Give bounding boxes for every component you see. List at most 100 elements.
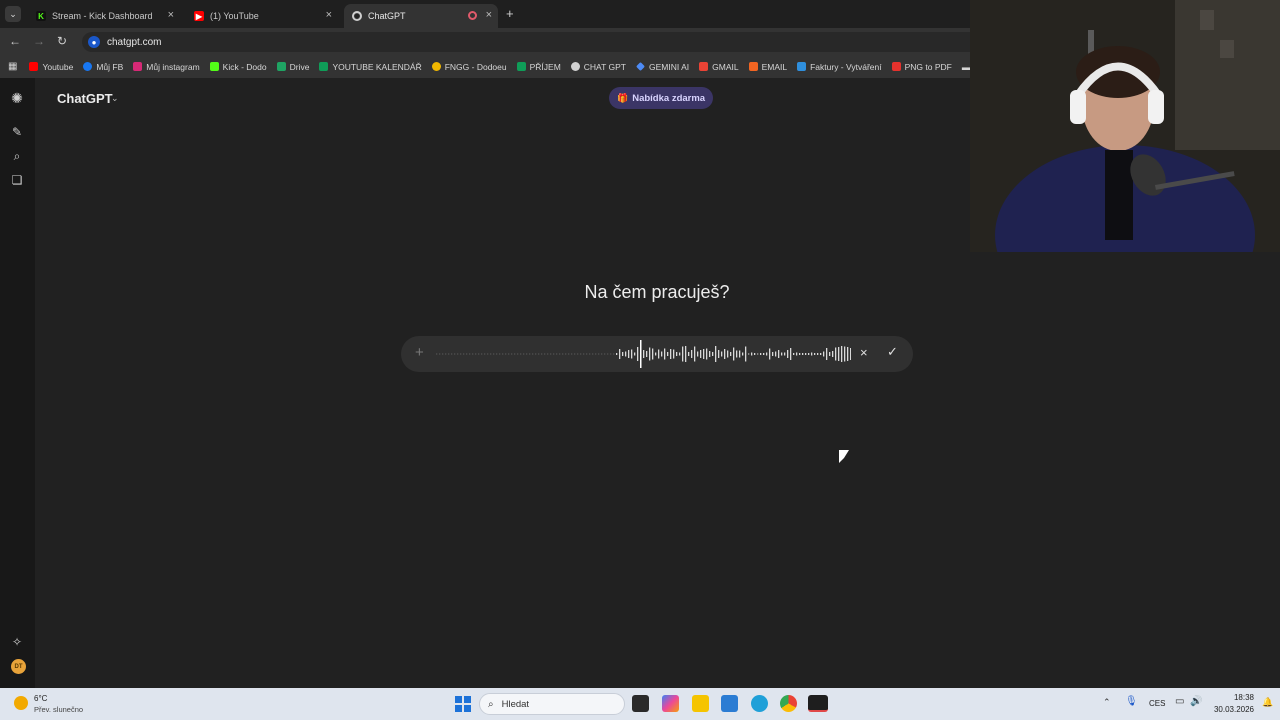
waveform-bar	[742, 352, 744, 356]
waveform-bar	[832, 351, 834, 357]
waveform-bar	[745, 346, 747, 362]
reload-icon[interactable]: ↻	[57, 34, 67, 48]
tab-search-button[interactable]: ⌄	[5, 6, 21, 22]
bookmark-facebook[interactable]: Můj FB	[83, 62, 123, 72]
bookmark-fngg[interactable]: FNGG - Dodoeu	[431, 62, 507, 72]
chrome-icon[interactable]	[780, 695, 797, 712]
add-attachment-button[interactable]: +	[415, 344, 424, 361]
bookmark-label: EMAIL	[761, 61, 788, 72]
bookmark-label: Youtube	[42, 61, 74, 72]
bookmark-prijem[interactable]: PŘÍJEM	[516, 62, 561, 72]
network-icon[interactable]: ▭	[1175, 696, 1184, 707]
waveform-bar	[514, 353, 516, 355]
free-offer-button[interactable]: 🎁 Nabídka zdarma	[609, 87, 714, 109]
gemini-icon	[636, 62, 645, 71]
model-selector[interactable]: ChatGPT	[57, 91, 113, 106]
bookmark-youtube[interactable]: Youtube	[29, 62, 73, 72]
waveform-bar	[751, 352, 753, 356]
bookmark-kick[interactable]: Kick - Dodo	[209, 61, 267, 72]
tab-kick-dashboard[interactable]: K Stream - Kick Dashboard ×	[28, 4, 180, 28]
search-placeholder: Hledat	[501, 698, 530, 710]
weather-description[interactable]: Přev. slunečno	[34, 705, 83, 714]
bookmark-gmail[interactable]: GMAIL	[699, 62, 739, 72]
outlook-icon[interactable]	[721, 695, 738, 712]
close-tab-icon[interactable]: ×	[168, 9, 174, 21]
waveform-bar	[655, 352, 657, 356]
bookmark-youtube-calendar[interactable]: YOUTUBE KALENDÁŘ	[319, 62, 422, 72]
library-icon[interactable]: ❏	[9, 172, 25, 188]
file-explorer-icon[interactable]	[692, 695, 709, 712]
waveform-bar	[679, 352, 681, 356]
clock-time[interactable]: 18:38	[1208, 693, 1254, 702]
bookmark-email[interactable]: EMAIL	[748, 61, 788, 72]
waveform-bar	[544, 353, 546, 355]
waveform-bar	[619, 349, 621, 359]
waveform-bar	[685, 346, 687, 362]
close-tab-icon[interactable]: ×	[326, 9, 332, 21]
notifications-icon[interactable]: 🔔	[1262, 697, 1273, 708]
waveform-bar	[445, 353, 447, 355]
sheets-icon	[319, 62, 329, 71]
bookmark-faktury[interactable]: Faktury - Vytváření	[797, 62, 882, 72]
waveform-bar	[475, 353, 477, 355]
capcut-icon[interactable]	[808, 695, 828, 712]
waveform-bar	[553, 353, 555, 355]
waveform-bar	[511, 353, 513, 355]
start-button[interactable]	[455, 696, 471, 712]
bookmark-png-to-pdf[interactable]: PNG to PDF	[891, 62, 952, 72]
waveform-bar	[451, 353, 453, 355]
search-icon[interactable]: ⌕	[9, 148, 25, 164]
bookmark-label: Kick - Dodo	[222, 61, 267, 72]
microphone-tray-icon[interactable]: 🎙	[1125, 696, 1138, 707]
upgrade-sparkle-icon[interactable]: ✧	[9, 634, 25, 650]
forward-icon[interactable]: →	[33, 34, 45, 48]
clock-date[interactable]: 30.03.2026	[1200, 705, 1254, 714]
edge-icon[interactable]	[751, 695, 768, 712]
weather-sun-icon[interactable]	[14, 696, 28, 710]
avatar[interactable]: DT	[11, 659, 26, 674]
fngg-icon	[431, 62, 441, 71]
waveform-bar	[460, 353, 462, 355]
cancel-dictation-button[interactable]: ×	[860, 345, 868, 360]
copilot-icon[interactable]	[662, 695, 679, 712]
weather-temperature[interactable]: 6°C	[34, 694, 47, 703]
waveform-bar	[493, 353, 495, 355]
microphone-in-use-icon[interactable]: ●	[88, 36, 100, 48]
apps-grid-icon[interactable]: ▦	[8, 61, 17, 72]
input-language[interactable]: CES	[1149, 699, 1165, 708]
new-tab-button[interactable]: +	[506, 6, 514, 21]
show-hidden-icons[interactable]: ⌃	[1103, 697, 1111, 708]
waveform-bar	[583, 353, 585, 355]
waveform-bar	[766, 352, 768, 356]
waveform-bar	[634, 352, 636, 356]
taskbar-search[interactable]: ⌕ Hledat	[479, 693, 625, 715]
task-view-icon[interactable]	[632, 695, 649, 712]
address-bar[interactable]: ● chatgpt.com	[82, 32, 970, 52]
back-icon[interactable]: ←	[9, 34, 21, 48]
waveform-bar	[811, 352, 813, 356]
waveform-bar	[529, 353, 531, 355]
waveform-bar	[667, 352, 669, 356]
waveform-bar	[574, 353, 576, 355]
chevron-down-icon[interactable]: ⌄	[111, 93, 119, 104]
openai-logo-icon[interactable]: ✺	[9, 90, 25, 106]
bookmark-gemini[interactable]: GEMINI AI	[636, 62, 689, 72]
waveform-bar	[838, 347, 840, 361]
waveform-bar	[718, 350, 720, 358]
bookmark-drive[interactable]: Drive	[276, 62, 309, 72]
waveform-bar	[568, 353, 570, 355]
facebook-icon	[83, 62, 93, 71]
close-tab-icon[interactable]: ×	[486, 9, 492, 21]
confirm-dictation-button[interactable]: ✓	[887, 344, 898, 360]
waveform-bar	[463, 353, 465, 355]
waveform-bar	[823, 351, 825, 357]
new-chat-icon[interactable]: ✎	[9, 124, 25, 140]
bookmark-instagram[interactable]: Můj instagram	[133, 62, 200, 72]
waveform-bar	[787, 350, 789, 358]
bookmark-overflow-icon[interactable]: ▬	[962, 62, 970, 72]
background-area	[970, 252, 1280, 688]
tab-youtube[interactable]: ▶ (1) YouTube ×	[186, 4, 338, 28]
waveform-bar	[691, 350, 693, 358]
bookmark-chatgpt[interactable]: CHAT GPT	[570, 62, 626, 72]
tab-chatgpt[interactable]: ✺ ChatGPT ×	[344, 4, 498, 28]
